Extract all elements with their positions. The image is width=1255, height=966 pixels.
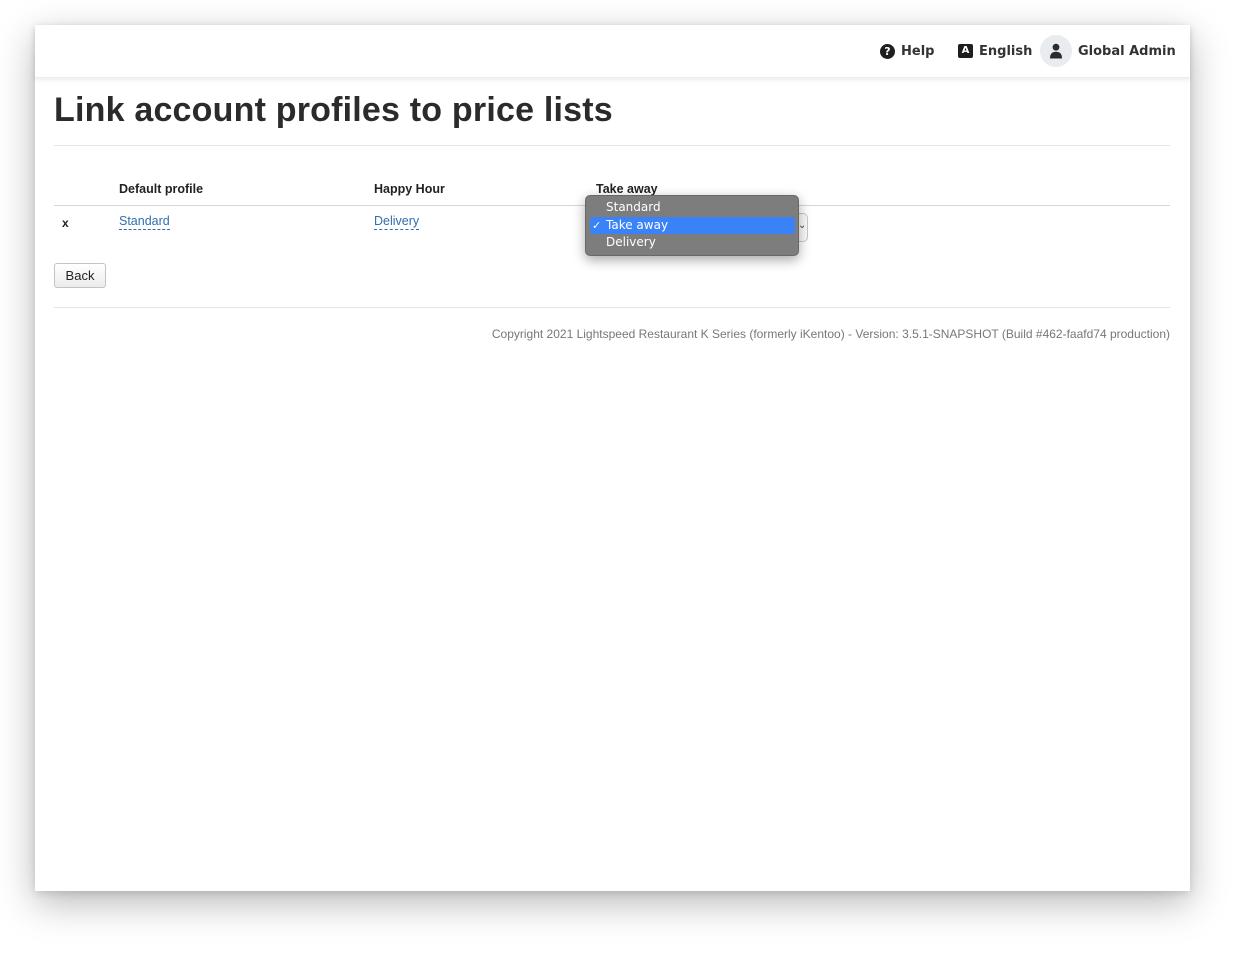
app-window: ? Help A English Global Admin Link accou… [35, 25, 1190, 891]
title-divider [54, 145, 1170, 146]
dropdown-option-delivery[interactable]: Delivery [590, 234, 795, 251]
chevron-down-icon: ⌄ [798, 220, 807, 231]
footer-divider [54, 307, 1170, 308]
copyright-text: Copyright 2021 Lightspeed Restaurant K S… [491, 327, 1170, 341]
page-title: Link account profiles to price lists [54, 91, 613, 129]
take-away-dropdown-menu: Standard ✓ Take away Delivery [585, 195, 799, 256]
happy-hour-link[interactable]: Delivery [374, 214, 420, 230]
column-header-default-profile: Default profile [119, 182, 204, 196]
remove-row-button[interactable]: x [62, 216, 69, 230]
user-menu[interactable]: Global Admin [1040, 25, 1176, 77]
dropdown-option-label: Delivery [606, 235, 656, 249]
language-label: English [979, 43, 1033, 59]
column-header-happy-hour: Happy Hour [374, 182, 445, 196]
checkmark-icon: ✓ [592, 219, 602, 232]
user-avatar-icon [1040, 35, 1072, 67]
language-icon: A [958, 44, 973, 58]
language-selector[interactable]: A English [958, 25, 1032, 77]
dropdown-option-standard[interactable]: Standard [590, 199, 795, 216]
help-circle-icon: ? [880, 43, 895, 59]
back-button[interactable]: Back [54, 263, 106, 288]
column-header-take-away: Take away [596, 182, 658, 196]
dropdown-option-label: Standard [606, 200, 661, 214]
dropdown-option-label: Take away [606, 218, 669, 232]
top-navigation-bar: ? Help A English Global Admin [35, 25, 1190, 78]
default-profile-link[interactable]: Standard [119, 214, 170, 230]
help-label: Help [901, 43, 935, 59]
user-name-label: Global Admin [1078, 43, 1176, 59]
dropdown-option-take-away[interactable]: ✓ Take away [590, 217, 795, 234]
help-link[interactable]: ? Help [880, 25, 934, 77]
